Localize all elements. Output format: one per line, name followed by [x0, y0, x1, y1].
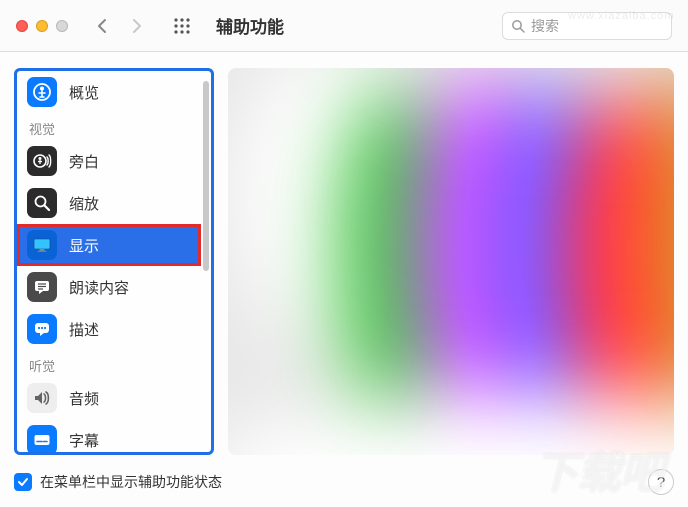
menubar-status-checkbox[interactable] [14, 473, 32, 491]
sidebar-item-label: 描述 [69, 319, 99, 340]
overview-icon [27, 77, 57, 107]
spoken-content-icon [27, 272, 57, 302]
sidebar-item-label: 音频 [69, 388, 99, 409]
sidebar: 概览 视觉 旁白 缩放 [14, 68, 214, 455]
check-icon [17, 476, 29, 488]
traffic-lights [16, 20, 68, 32]
forward-button[interactable] [122, 14, 150, 38]
preview-pane [228, 68, 674, 455]
captions-icon [27, 425, 57, 455]
help-button[interactable]: ? [648, 469, 674, 495]
audio-icon [27, 383, 57, 413]
sidebar-item-voiceover[interactable]: 旁白 [17, 140, 201, 182]
scrollbar-thumb[interactable] [203, 81, 209, 271]
window-title: 辅助功能 [216, 13, 284, 38]
minimize-button[interactable] [36, 20, 48, 32]
sidebar-item-display[interactable]: 显示 [17, 224, 201, 266]
sidebar-item-overview[interactable]: 概览 [17, 71, 201, 113]
close-button[interactable] [16, 20, 28, 32]
sidebar-item-audio[interactable]: 音频 [17, 377, 201, 419]
sidebar-item-label: 概览 [69, 82, 99, 103]
watermark-url: www.xiazaiba.com [568, 10, 688, 28]
descriptions-icon [27, 314, 57, 344]
nav-buttons [88, 14, 150, 38]
sidebar-item-spoken-content[interactable]: 朗读内容 [17, 266, 201, 308]
search-placeholder: 搜索 [531, 16, 559, 36]
show-all-icon[interactable] [170, 14, 194, 38]
scrollbar[interactable] [203, 75, 209, 448]
sidebar-item-captions[interactable]: 字幕 [17, 419, 201, 455]
sidebar-item-label: 显示 [69, 235, 99, 256]
sidebar-item-label: 缩放 [69, 193, 99, 214]
search-icon [511, 19, 525, 33]
footer: 在菜单栏中显示辅助功能状态 ? [14, 469, 674, 495]
help-label: ? [657, 474, 665, 491]
sidebar-item-label: 旁白 [69, 151, 99, 172]
sidebar-item-descriptions[interactable]: 描述 [17, 308, 201, 350]
sidebar-item-label: 朗读内容 [69, 277, 129, 298]
display-icon [27, 230, 57, 260]
sidebar-section-hearing: 听觉 [17, 350, 201, 377]
sidebar-item-zoom[interactable]: 缩放 [17, 182, 201, 224]
content: 概览 视觉 旁白 缩放 [14, 68, 674, 455]
zoom-icon [27, 188, 57, 218]
voiceover-icon [27, 146, 57, 176]
back-button[interactable] [88, 14, 116, 38]
sidebar-section-visual: 视觉 [17, 113, 201, 140]
menubar-status-label: 在菜单栏中显示辅助功能状态 [40, 472, 222, 492]
sidebar-item-label: 字幕 [69, 430, 99, 451]
zoom-button[interactable] [56, 20, 68, 32]
